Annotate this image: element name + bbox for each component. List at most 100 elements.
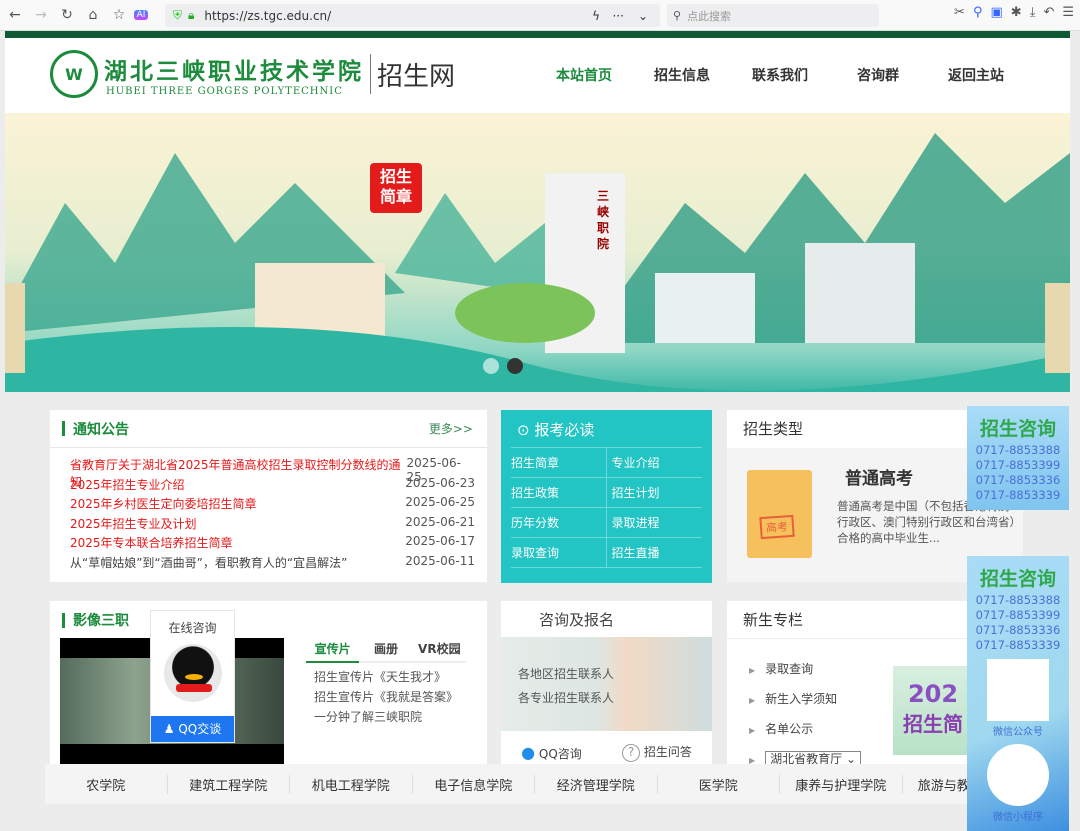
notice-title[interactable]: 从“草帽姑娘”到“酒曲哥”，看职教育人的“宜昌解法” xyxy=(70,554,347,574)
qq-consult-button[interactable]: ● QQ咨询 xyxy=(521,743,582,762)
tab-album[interactable]: 画册 xyxy=(359,636,412,661)
undo-icon[interactable]: ↶ xyxy=(1043,5,1054,20)
qq-chat-button[interactable]: ♟ QQ交谈 xyxy=(151,716,234,742)
college-link[interactable]: 农学院 xyxy=(45,774,168,794)
notice-title[interactable]: 2025年乡村医生定向委培招生简章 xyxy=(70,495,257,515)
search-placeholder: 点此搜索 xyxy=(687,9,732,23)
menu-icon[interactable]: ☰ xyxy=(1062,5,1074,20)
college-link[interactable]: 建筑工程学院 xyxy=(168,774,290,794)
more-icon[interactable]: ··· xyxy=(613,9,624,23)
notice-date: 2025-06-17 xyxy=(405,534,475,548)
must-read-link[interactable]: 历年分数 xyxy=(511,508,607,538)
home-icon[interactable]: ⌂ xyxy=(82,7,104,23)
notice-title[interactable]: 2025年招生专业介绍 xyxy=(70,476,185,496)
must-read-link[interactable]: 专业介绍 xyxy=(606,448,702,478)
video-title: 影像三职 xyxy=(73,613,129,629)
freshman-link[interactable]: ▶ 新生入学须知 xyxy=(749,685,861,715)
ai-icon[interactable]: AI xyxy=(134,10,148,20)
college-link[interactable]: 医学院 xyxy=(658,774,780,794)
college-link[interactable]: 电子信息学院 xyxy=(413,774,535,794)
scissors-icon[interactable]: ✂ xyxy=(954,5,965,20)
notices-more-link[interactable]: 更多>> xyxy=(429,420,473,437)
flash-icon[interactable]: ϟ xyxy=(592,9,600,23)
college-link[interactable]: 康养与护理学院 xyxy=(780,774,903,794)
hero-banner[interactable]: 招生简章 三峡职院 xyxy=(5,113,1070,392)
must-read-link[interactable]: 招生简章 xyxy=(511,448,607,478)
video-panel: 影像三职 宣传片 画册 VR校园 招生宣传片《天生我才》 招生宣传片《我就是答案… xyxy=(50,601,487,775)
download-icon[interactable]: ⤓ xyxy=(1030,5,1036,20)
forward-icon[interactable]: → xyxy=(30,7,52,23)
college-seal: W xyxy=(50,50,98,98)
brochure-poster[interactable]: 202 招生简 xyxy=(893,666,973,755)
tab-promo-video[interactable]: 宣传片 xyxy=(306,636,360,663)
heading-bar xyxy=(62,612,65,628)
carousel-dot[interactable] xyxy=(483,358,499,374)
nav-consult-group[interactable]: 咨询群 xyxy=(829,65,927,85)
phone: 0717-8853388 xyxy=(975,593,1061,607)
freshman-link[interactable]: ▶ 名单公示 xyxy=(749,715,861,745)
bookmark-star-icon[interactable]: ☆ xyxy=(108,7,130,23)
heading-bar xyxy=(62,421,65,436)
video-link[interactable]: 一分钟了解三峡职院 xyxy=(314,707,458,727)
wechat-miniprogram-qr-icon xyxy=(987,744,1049,806)
phone: 0717-8853339 xyxy=(975,488,1061,502)
search-icon: ⚲ xyxy=(673,9,682,22)
translate-icon[interactable]: ▣ xyxy=(990,5,1002,20)
region-contacts-link[interactable]: 各地区招生联系人 xyxy=(518,665,614,682)
qq-icon: ♟ xyxy=(163,722,175,736)
must-read-panel: ⊙ 报考必读 招生简章 专业介绍 招生政策 招生计划 历年分数 录取进程 录取查询 招生直播 xyxy=(501,410,712,583)
must-read-link[interactable]: 录取进程 xyxy=(606,508,702,538)
tab-vr-campus[interactable]: VR校园 xyxy=(413,636,466,661)
nav-main-site[interactable]: 返回主站 xyxy=(927,65,1025,85)
search-input[interactable]: ⚲ 点此搜索 xyxy=(667,4,879,27)
notice-title[interactable]: 2025年招生专业及计划 xyxy=(70,515,197,535)
triangle-icon: ▶ xyxy=(749,696,756,705)
carousel-dots xyxy=(483,358,523,374)
must-read-title: 报考必读 xyxy=(534,421,595,439)
must-read-link[interactable]: 招生计划 xyxy=(606,478,702,508)
nav-home[interactable]: 本站首页 xyxy=(535,65,633,85)
qq-popup-title: 在线咨询 xyxy=(168,621,217,635)
site-name: 招生网 xyxy=(377,61,456,92)
extensions-icon[interactable]: ✱ xyxy=(1011,5,1022,20)
notice-item[interactable]: 省教育厅关于湖北省2025年普通高校招生录取控制分数线的通知 2025-06-25 xyxy=(70,456,475,489)
notice-item[interactable]: 2025年招生专业介绍 2025-06-23 xyxy=(70,476,475,496)
video-link[interactable]: 招生宣传片《我就是答案》 xyxy=(314,687,458,707)
college-link[interactable]: 经济管理学院 xyxy=(535,774,658,794)
college-link[interactable]: 机电工程学院 xyxy=(290,774,413,794)
notice-item[interactable]: 从“草帽姑娘”到“酒曲哥”，看职教育人的“宜昌解法” 2025-06-11 xyxy=(70,554,475,574)
faq-button[interactable]: ? 招生问答 xyxy=(622,743,692,762)
main-nav: 本站首页 招生信息 联系我们 咨询群 返回主站 xyxy=(535,65,1025,85)
notice-item[interactable]: 2025年招生专业及计划 2025-06-21 xyxy=(70,515,475,535)
notice-item[interactable]: 2025年乡村医生定向委培招生简章 2025-06-25 xyxy=(70,495,475,515)
notice-title[interactable]: 2025年专本联合培养招生简章 xyxy=(70,534,233,554)
major-contacts-link[interactable]: 各专业招生联系人 xyxy=(518,689,614,706)
top-green-bar xyxy=(5,31,1070,38)
envelope-icon: 高考 xyxy=(747,470,812,558)
chevron-down-icon[interactable]: ⌄ xyxy=(638,9,648,23)
logo-en: HUBEI THREE GORGES POLYTECHNIC xyxy=(106,85,343,97)
qq-consult-label: QQ咨询 xyxy=(538,746,582,761)
shield-icon: ⛨ xyxy=(173,8,183,22)
float-title: 招生咨询 xyxy=(979,568,1056,590)
video-link[interactable]: 招生宣传片《天生我才》 xyxy=(314,667,458,687)
nav-admission-info[interactable]: 招生信息 xyxy=(633,65,731,85)
address-bar[interactable]: ⛨ 🔒︎ https://zs.tgc.edu.cn/ ϟ ··· ⌄ xyxy=(165,4,660,27)
notice-title[interactable]: 省教育厅关于湖北省2025年普通高校招生录取控制分数线的通知 xyxy=(70,456,406,489)
site-header: W 湖北三峡职业技术学院 HUBEI THREE GORGES POLYTECH… xyxy=(5,38,1070,113)
reload-icon[interactable]: ↻ xyxy=(56,7,78,23)
nav-contact[interactable]: 联系我们 xyxy=(731,65,829,85)
phone: 0717-8853339 xyxy=(975,638,1061,652)
freshman-link[interactable]: ▶ 录取查询 xyxy=(749,655,861,685)
notice-item[interactable]: 2025年专本联合培养招生简章 2025-06-17 xyxy=(70,534,475,554)
must-read-link[interactable]: 招生直播 xyxy=(606,538,702,568)
site-logo[interactable]: W 湖北三峡职业技术学院 HUBEI THREE GORGES POLYTECH… xyxy=(50,50,455,98)
must-read-link[interactable]: 录取查询 xyxy=(511,538,607,568)
faq-label: 招生问答 xyxy=(643,744,692,759)
carousel-dot-active[interactable] xyxy=(507,358,523,374)
back-icon[interactable]: ← xyxy=(4,7,26,23)
find-icon[interactable]: ⚲ xyxy=(973,5,983,20)
must-read-link[interactable]: 招生政策 xyxy=(511,478,607,508)
video-tabs: 宣传片 画册 VR校园 xyxy=(306,636,466,663)
building-sign: 三峡职院 xyxy=(597,189,610,251)
